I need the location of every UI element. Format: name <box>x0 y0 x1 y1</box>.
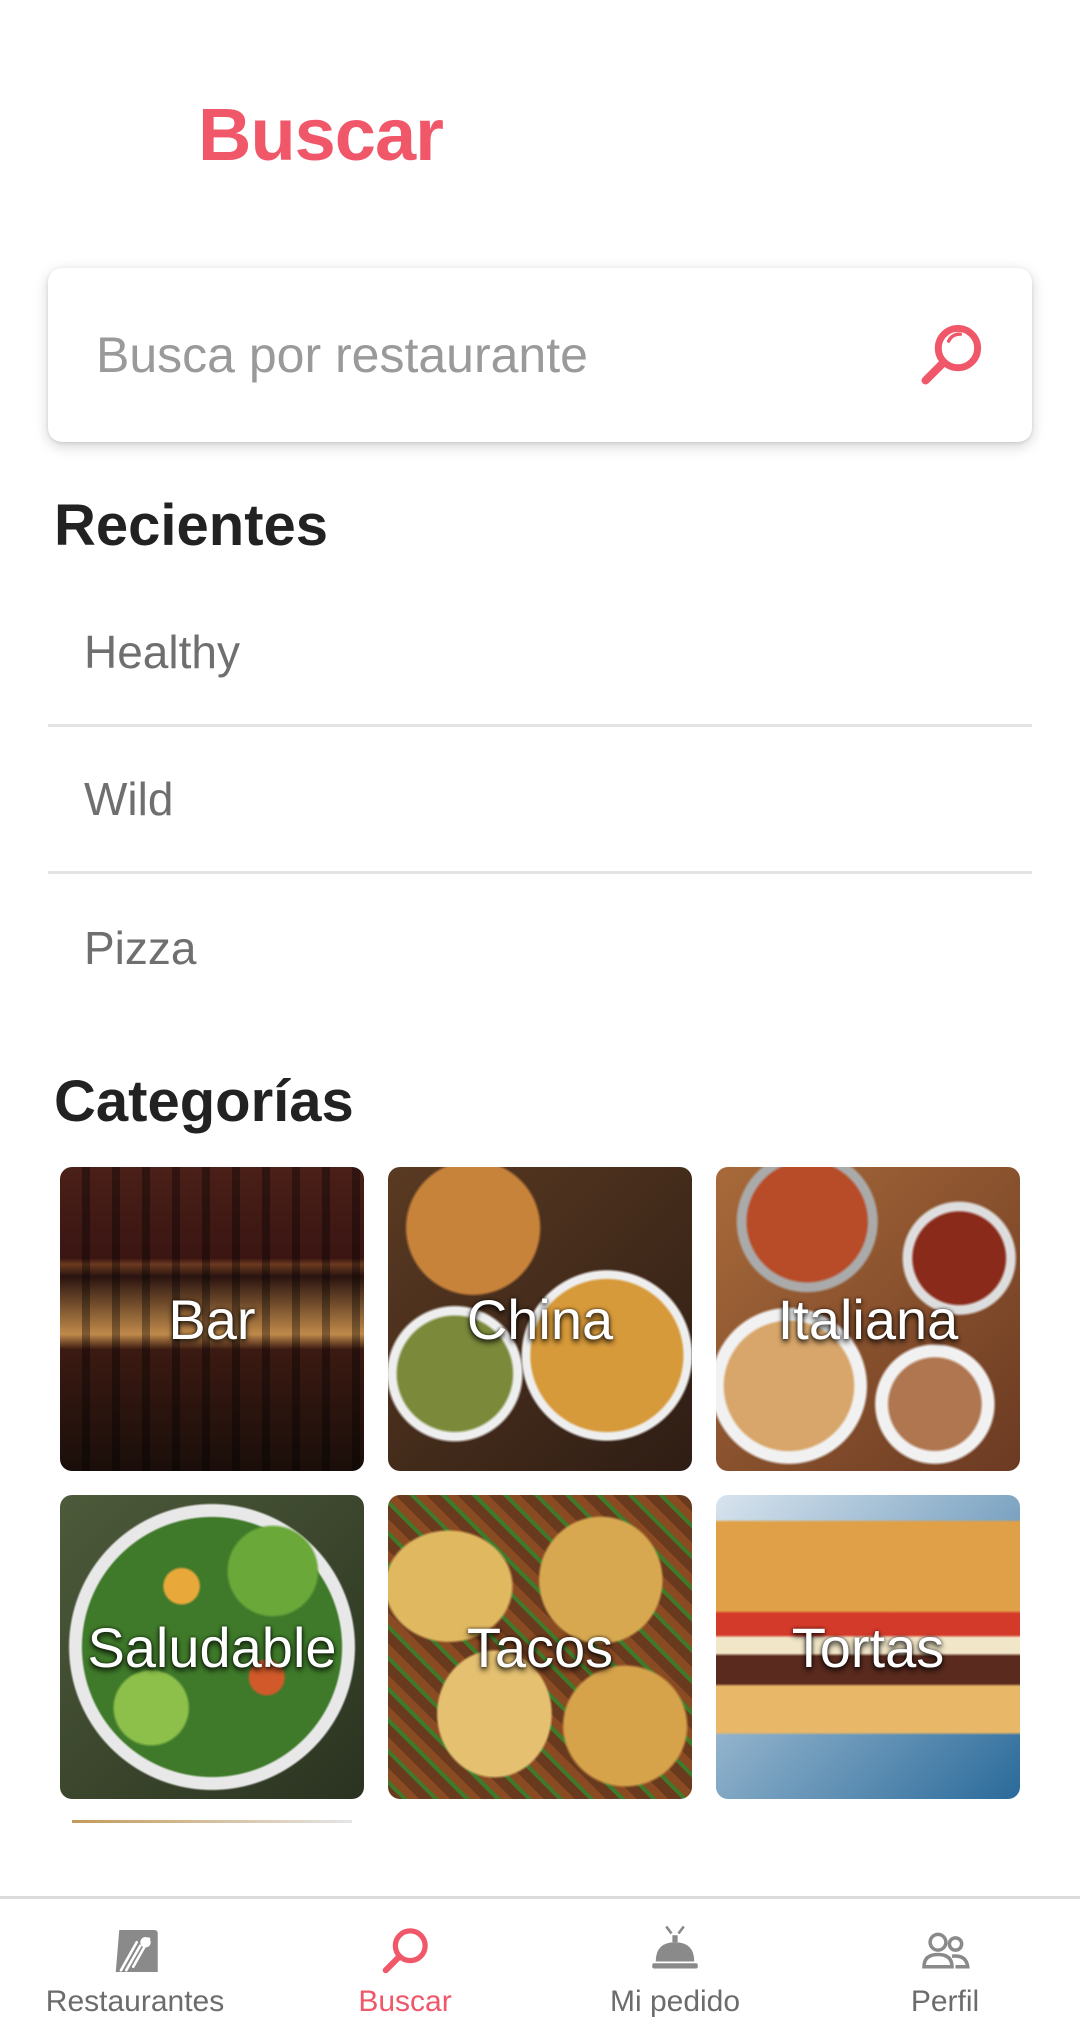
nav-item-perfil[interactable]: Perfil <box>810 1899 1080 2043</box>
restaurant-icon <box>115 1930 158 1972</box>
next-category-row-peek <box>72 1820 352 1823</box>
search-bar[interactable] <box>48 268 1032 442</box>
search-input[interactable] <box>96 305 876 405</box>
search-icon <box>382 1928 428 1974</box>
people-icon <box>922 1932 970 1969</box>
category-tile-saludable[interactable]: Saludable <box>60 1495 364 1799</box>
nav-label: Mi pedido <box>609 1985 741 2018</box>
category-label: Tacos <box>466 1615 614 1679</box>
categories-grid: Bar China Italiana Saludable Tacos Torta… <box>60 1167 1020 1799</box>
category-label: Tortas <box>791 1615 945 1679</box>
nav-item-buscar[interactable]: Buscar <box>270 1899 540 2043</box>
category-tile-china[interactable]: China <box>388 1167 692 1471</box>
nav-item-mi-pedido[interactable]: Mi pedido <box>540 1899 810 2043</box>
category-tile-tortas[interactable]: Tortas <box>716 1495 1020 1799</box>
bottom-navigation: Restaurantes Buscar Mi pedido Perfil <box>0 1896 1080 2043</box>
recent-search-item[interactable]: Healthy <box>48 580 1032 727</box>
nav-label: Perfil <box>910 1985 980 2018</box>
category-tile-tacos[interactable]: Tacos <box>388 1495 692 1799</box>
nav-item-restaurantes[interactable]: Restaurantes <box>0 1899 270 2043</box>
category-label: China <box>466 1287 614 1351</box>
page-title: Buscar <box>198 93 444 176</box>
category-label: Saludable <box>87 1615 337 1679</box>
category-label: Bar <box>168 1287 256 1351</box>
service-bell-icon <box>652 1925 698 1969</box>
recent-searches-list: Healthy Wild Pizza <box>48 580 1032 1021</box>
recent-search-item[interactable]: Wild <box>48 727 1032 874</box>
recent-search-item[interactable]: Pizza <box>48 874 1032 1021</box>
nav-label: Buscar <box>358 1985 452 2018</box>
category-tile-bar[interactable]: Bar <box>60 1167 364 1471</box>
category-tile-italiana[interactable]: Italiana <box>716 1167 1020 1471</box>
nav-label: Restaurantes <box>45 1985 225 2018</box>
categories-heading: Categorías <box>54 1069 354 1134</box>
search-icon[interactable] <box>914 318 988 392</box>
recents-heading: Recientes <box>54 493 329 558</box>
category-label: Italiana <box>777 1287 959 1351</box>
